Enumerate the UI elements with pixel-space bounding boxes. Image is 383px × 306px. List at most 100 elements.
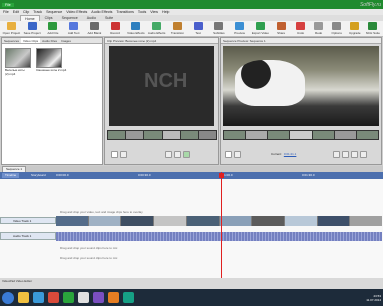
clip-preview-title: Clip Preview: Веселые коты (2).mp4	[105, 38, 218, 44]
transition-button[interactable]: Transition	[168, 22, 187, 35]
save-project-icon	[27, 22, 37, 30]
menu-item-help[interactable]: Help	[162, 10, 169, 14]
menu-item-tools[interactable]: Tools	[138, 10, 146, 14]
clip-label-1: Веселые коты (2).mp4	[5, 68, 25, 76]
clip-preview-screen: NCH	[109, 46, 214, 126]
clip-filmstrip[interactable]	[107, 130, 217, 140]
share-button[interactable]: Share	[272, 22, 291, 35]
sequence-next-button[interactable]	[234, 151, 241, 158]
video-track-clips[interactable]	[56, 216, 383, 226]
ribbon-label: Export Video	[251, 31, 269, 35]
cat-image	[235, 60, 305, 106]
clip-mark-out-button[interactable]	[174, 151, 181, 158]
menu-item-file[interactable]: File	[3, 10, 9, 14]
subtitles-icon	[214, 22, 224, 30]
ribbon-label: Undo	[296, 31, 305, 35]
menu-item-transitions[interactable]: Transitions	[116, 10, 133, 14]
export-video-button[interactable]: Export Video	[251, 22, 270, 35]
nch-logo: NCH	[144, 70, 188, 92]
subtitles-button[interactable]: Subtitles	[210, 22, 229, 35]
ribbon-label: Share	[277, 31, 286, 35]
volume-button[interactable]	[360, 151, 367, 158]
ribbon-label: Options	[331, 31, 342, 35]
watermark: SoftFly.ru	[359, 1, 381, 8]
playhead-line[interactable]	[221, 172, 222, 278]
taskbar-app-1-icon[interactable]	[18, 292, 29, 303]
preview-button[interactable]: Preview	[230, 22, 249, 35]
sequence-filmstrip[interactable]	[223, 130, 379, 140]
taskbar-app-4-icon[interactable]	[63, 292, 74, 303]
sequence-play-button[interactable]	[225, 151, 232, 158]
timeline-panel: Timeline Storyboard 0:00:00.0 0:00:30.0 0:…	[0, 172, 383, 278]
menu-item-clip[interactable]: Clip	[23, 10, 29, 14]
taskbar-app-3-icon[interactable]	[48, 292, 59, 303]
clip-mark-in-button[interactable]	[165, 151, 172, 158]
redo-button[interactable]: Redo	[311, 22, 327, 35]
undo-button[interactable]: Undo	[293, 22, 309, 35]
upgrade-button[interactable]: Upgrade	[347, 22, 363, 35]
undo-icon	[296, 22, 306, 30]
ruler-tick-label: 0:00:30.0	[138, 173, 151, 177]
ribbon-label: Audio Effects	[147, 31, 166, 35]
timeline-view-button[interactable]: Timeline	[2, 173, 20, 178]
taskbar: 23:53 11.07.2014	[0, 289, 383, 306]
taskbar-app-8-icon[interactable]	[123, 292, 134, 303]
nch-suite-button[interactable]: NCH Suite	[365, 22, 381, 35]
snapshot-button[interactable]	[333, 151, 340, 158]
record-button[interactable]: Record	[106, 22, 125, 35]
clip-add-button[interactable]	[183, 151, 190, 158]
audio-track-header[interactable]: Audio Track 1	[0, 232, 56, 240]
text-button[interactable]: Text	[189, 22, 208, 35]
menu-item-video-effects[interactable]: Video Effects	[66, 10, 87, 14]
ribbon-label: Upgrade	[349, 31, 361, 35]
options-button[interactable]: Options	[329, 22, 345, 35]
bin-tab-audio-files[interactable]: Audio Files	[40, 38, 59, 43]
taskbar-app-7-icon[interactable]	[108, 292, 119, 303]
video-track-header[interactable]: Video Track 1	[0, 217, 56, 224]
bin-tab-sequences[interactable]: Sequences	[2, 38, 21, 43]
menu-item-track[interactable]: Track	[33, 10, 42, 14]
video-effects-button[interactable]: Video Effects	[127, 22, 146, 35]
sequence-preview-screen	[223, 46, 379, 126]
audio-effects-button[interactable]: Audio Effects	[147, 22, 166, 35]
bin-tab-video-clips[interactable]: Video Clips	[21, 38, 41, 43]
taskbar-app-5-icon[interactable]	[78, 292, 89, 303]
save-project-button[interactable]: Save Project	[23, 22, 42, 35]
add-file-button[interactable]: Add File	[44, 22, 63, 35]
ribbon-label: Open Project	[2, 31, 21, 35]
ruler-tick-label: 0:01:30.0	[302, 173, 315, 177]
app-menu-button[interactable]: File	[2, 2, 14, 7]
add-blank-button[interactable]: Add Blank	[85, 22, 104, 35]
taskbar-app-6-icon[interactable]	[93, 292, 104, 303]
open-project-button[interactable]: Open Project	[2, 22, 21, 35]
clip-thumbnail-1[interactable]	[5, 48, 31, 68]
storyboard-view-button[interactable]: Storyboard	[28, 173, 49, 178]
transition-icon	[172, 22, 182, 30]
menu-item-audio-effects[interactable]: Audio Effects	[91, 10, 112, 14]
sequence-preview-title: Sequence Preview: Sequence 1	[221, 38, 381, 44]
taskbar-app-2-icon[interactable]	[33, 292, 44, 303]
clip-play-button[interactable]	[111, 151, 118, 158]
ribbon-label: Add Text	[67, 31, 80, 35]
system-tray-clock[interactable]: 23:53 11.07.2014	[366, 294, 383, 302]
add-text-button[interactable]: Add Text	[64, 22, 83, 35]
playhead-marker[interactable]	[219, 173, 224, 178]
upgrade-icon	[350, 22, 360, 30]
menu-item-edit[interactable]: Edit	[13, 10, 19, 14]
start-button[interactable]	[2, 291, 14, 304]
clip-next-button[interactable]	[120, 151, 127, 158]
sequence-view-controls	[333, 151, 367, 158]
fullscreen-button[interactable]	[342, 151, 349, 158]
split-button[interactable]	[351, 151, 358, 158]
options-icon	[332, 22, 342, 30]
bin-tab-images[interactable]: Images	[59, 38, 73, 43]
bin-tabs: Sequences Video Clips Audio Files Images	[2, 38, 102, 44]
audio-waveform[interactable]	[56, 232, 382, 241]
status-bar: VideoPad Video Editor	[0, 278, 383, 289]
menu-item-view[interactable]: View	[150, 10, 158, 14]
clock-date: 11.07.2014	[366, 297, 381, 302]
clip-thumbnail-2[interactable]	[36, 48, 62, 68]
ribbon-label: Add File	[47, 31, 59, 35]
menu-item-sequence[interactable]: Sequence	[46, 10, 62, 14]
add-text-icon	[69, 22, 79, 30]
